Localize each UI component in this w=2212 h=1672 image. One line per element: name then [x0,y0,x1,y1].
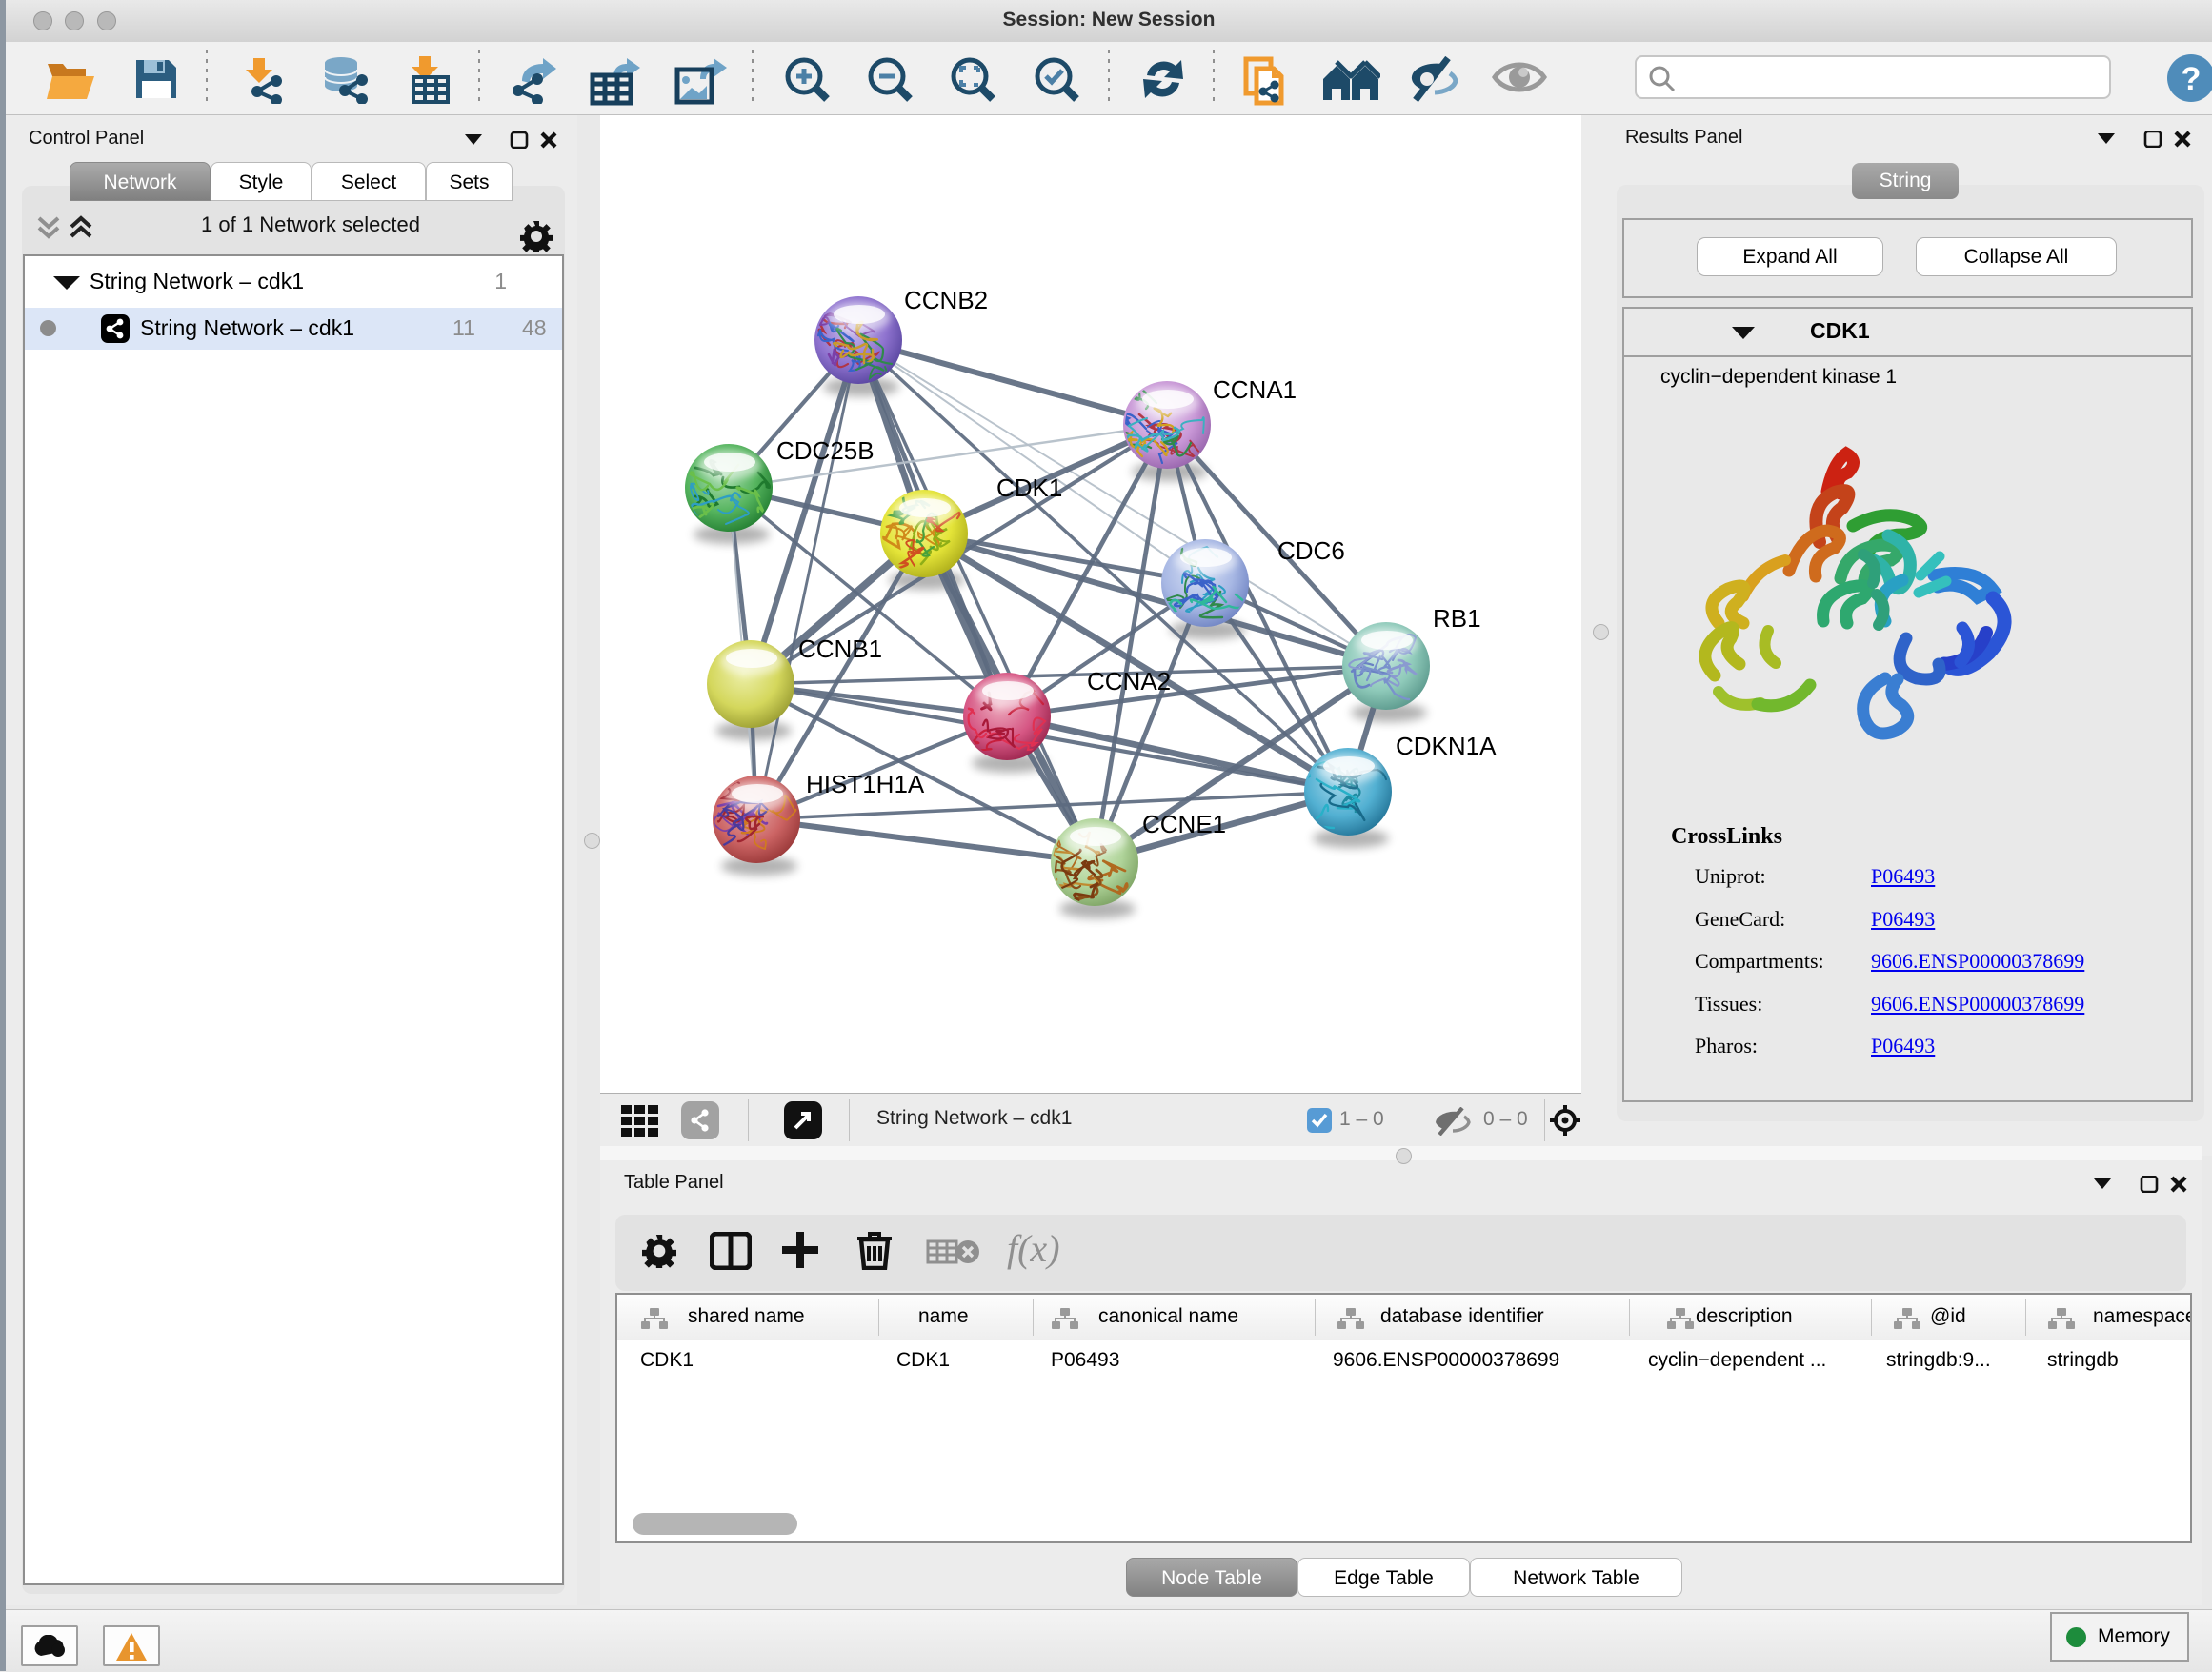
svg-text:CCNB1: CCNB1 [798,635,882,663]
svg-text:CDKN1A: CDKN1A [1396,732,1497,760]
svg-text:CDC6: CDC6 [1277,536,1345,565]
svg-text:CCNA1: CCNA1 [1213,375,1297,404]
svg-text:HIST1H1A: HIST1H1A [806,770,925,798]
svg-text:CCNB2: CCNB2 [904,286,988,314]
svg-text:?: ? [2182,61,2202,97]
svg-text:CDK1: CDK1 [996,473,1062,502]
svg-text:CCNE1: CCNE1 [1142,810,1226,838]
svg-text:CCNA2: CCNA2 [1087,667,1171,695]
svg-text:CDC25B: CDC25B [776,436,875,465]
svg-text:RB1: RB1 [1433,604,1481,633]
